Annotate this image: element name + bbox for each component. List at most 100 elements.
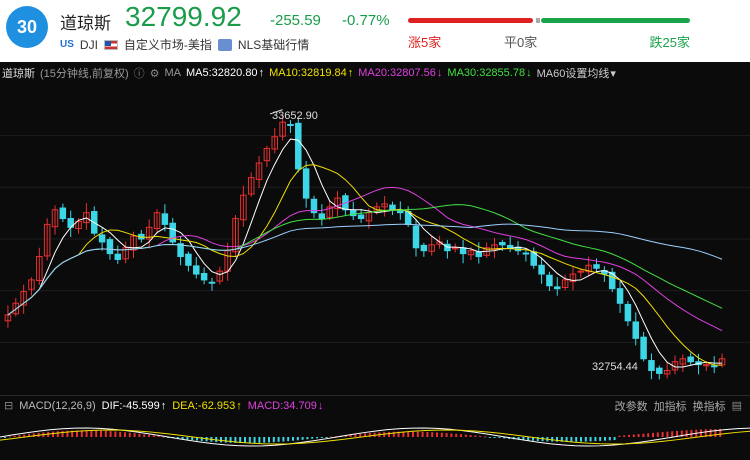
macd-histogram-bar — [412, 431, 414, 437]
market-breadth: 涨5家 平0家 跌25家 — [408, 12, 690, 52]
macd-histogram-bar — [484, 436, 486, 438]
panel-menu-icon[interactable]: ▤ — [732, 399, 742, 412]
candle-body — [577, 270, 585, 273]
kline-chart[interactable]: 道琼斯 (15分钟线,前复权) ⓘ ⚙ MA MA5:32820.80 ↑ MA… — [0, 62, 750, 460]
macd-histogram-bar — [589, 437, 592, 442]
settings-icon[interactable]: ⚙ — [150, 67, 160, 80]
macd-arrow: ↓ — [317, 399, 324, 412]
candle-body — [114, 253, 122, 260]
macd-histogram-bar — [104, 430, 107, 437]
macd-histogram-bar — [488, 437, 491, 438]
macd-histogram-bar — [493, 437, 496, 438]
macd-histogram-bar — [181, 437, 184, 439]
add-indicator-button[interactable]: 加指标 — [654, 398, 687, 414]
macd-histogram-bar — [133, 433, 136, 437]
candle-body — [318, 213, 326, 220]
macd-histogram-bar — [61, 430, 64, 437]
switch-indicator-button[interactable]: 换指标 — [693, 398, 726, 414]
period-label[interactable]: (15分钟线,前复权) — [40, 65, 129, 81]
candle-body — [302, 168, 310, 199]
ma60-setting[interactable]: MA60设置均线 — [537, 65, 610, 81]
candle-body — [538, 264, 545, 275]
down-breadth-bar — [541, 18, 690, 23]
macd-plot — [0, 427, 750, 447]
candle-body — [475, 251, 483, 258]
macd-histogram-bar — [464, 434, 467, 437]
high-price-label: 33652.90 — [272, 110, 318, 122]
flat-breadth-bar — [536, 18, 540, 23]
candle-body — [522, 252, 530, 255]
ma30-value: MA30:32855.78 — [447, 67, 526, 79]
macd-histogram-bar — [18, 435, 21, 437]
macd-histogram-bar — [416, 431, 419, 437]
macd-histogram-bar — [296, 437, 299, 441]
macd-histogram-bar — [157, 436, 160, 438]
macd-histogram-bar — [440, 432, 443, 437]
macd-histogram-bar — [637, 434, 640, 437]
macd-histogram-bar — [445, 433, 448, 437]
macd-histogram-bar — [224, 437, 227, 443]
help-icon[interactable]: ⓘ — [134, 65, 145, 81]
candle-body — [616, 288, 624, 304]
quote-subline: US DJI 自定义市场-美指 NLS基础行情 — [60, 36, 309, 53]
dif-arrow: ↑ — [160, 399, 167, 412]
macd-histogram-bar — [85, 430, 88, 437]
ma-legend: 道琼斯 (15分钟线,前复权) ⓘ ⚙ MA MA5:32820.80 ↑ MA… — [0, 62, 750, 84]
macd-histogram-bar — [584, 437, 587, 442]
candle-body — [357, 214, 365, 220]
macd-histogram-bar — [248, 437, 251, 444]
macd-histogram-bar — [287, 437, 290, 442]
collapse-icon[interactable]: ⊟ — [4, 399, 13, 412]
dea-line — [0, 429, 750, 445]
candle-body — [161, 213, 169, 225]
macd-histogram-bar — [263, 437, 266, 443]
macd-histogram-bar — [661, 432, 664, 437]
dea-arrow: ↑ — [236, 399, 242, 412]
us-flag-icon — [103, 39, 118, 50]
candle-body — [546, 274, 553, 287]
ma20-arrow: ↓ — [436, 67, 443, 79]
macd-histogram-bar — [556, 437, 558, 442]
candle-body — [397, 210, 404, 214]
macd-histogram-bar — [306, 437, 309, 440]
macd-histogram-bar — [642, 433, 645, 437]
candle-body — [208, 281, 216, 284]
macd-histogram-bar — [90, 430, 93, 437]
low-price-label: 32754.44 — [592, 361, 638, 373]
index-name: 道琼斯 — [60, 14, 111, 33]
candle-body — [656, 367, 663, 374]
macd-histogram-bar — [119, 431, 122, 437]
macd-histogram-bar — [56, 431, 59, 437]
index-badge: 30 — [6, 6, 48, 48]
edit-params-button[interactable]: 改参数 — [615, 398, 648, 414]
candle-body — [412, 225, 420, 249]
macd-histogram-bar — [671, 431, 674, 437]
candle-body — [640, 336, 647, 360]
ma60-dropdown-icon[interactable]: ▾ — [610, 67, 616, 80]
macd-histogram-bar — [474, 435, 477, 437]
macd-histogram-bar — [268, 437, 270, 443]
down-count: 跌25家 — [649, 35, 690, 50]
candle-body — [632, 321, 639, 339]
macd-histogram-bar — [244, 437, 246, 444]
candle-body — [389, 204, 396, 211]
index-code: DJI — [79, 37, 98, 52]
macd-histogram-bar — [652, 432, 654, 437]
us-tag: US — [60, 39, 74, 50]
macd-histogram-bar — [604, 437, 606, 441]
candle-body — [193, 265, 200, 275]
macd-histogram-bar — [100, 430, 102, 437]
candlestick-plot[interactable] — [0, 84, 750, 394]
candle-body — [554, 286, 561, 290]
macd-histogram-bar — [527, 437, 530, 441]
price-change-percent: -0.77% — [342, 12, 390, 29]
candle-body — [420, 244, 428, 252]
candle-body — [506, 244, 514, 249]
macd-histogram-bar — [272, 437, 275, 443]
macd-histogram-bar — [407, 431, 410, 437]
macd-histogram-bar — [325, 437, 328, 438]
macd-histogram-bar — [685, 430, 688, 437]
candle-body — [593, 264, 600, 269]
macd-label[interactable]: MACD(12,26,9) — [19, 400, 95, 412]
macd-histogram-bar — [460, 434, 462, 437]
